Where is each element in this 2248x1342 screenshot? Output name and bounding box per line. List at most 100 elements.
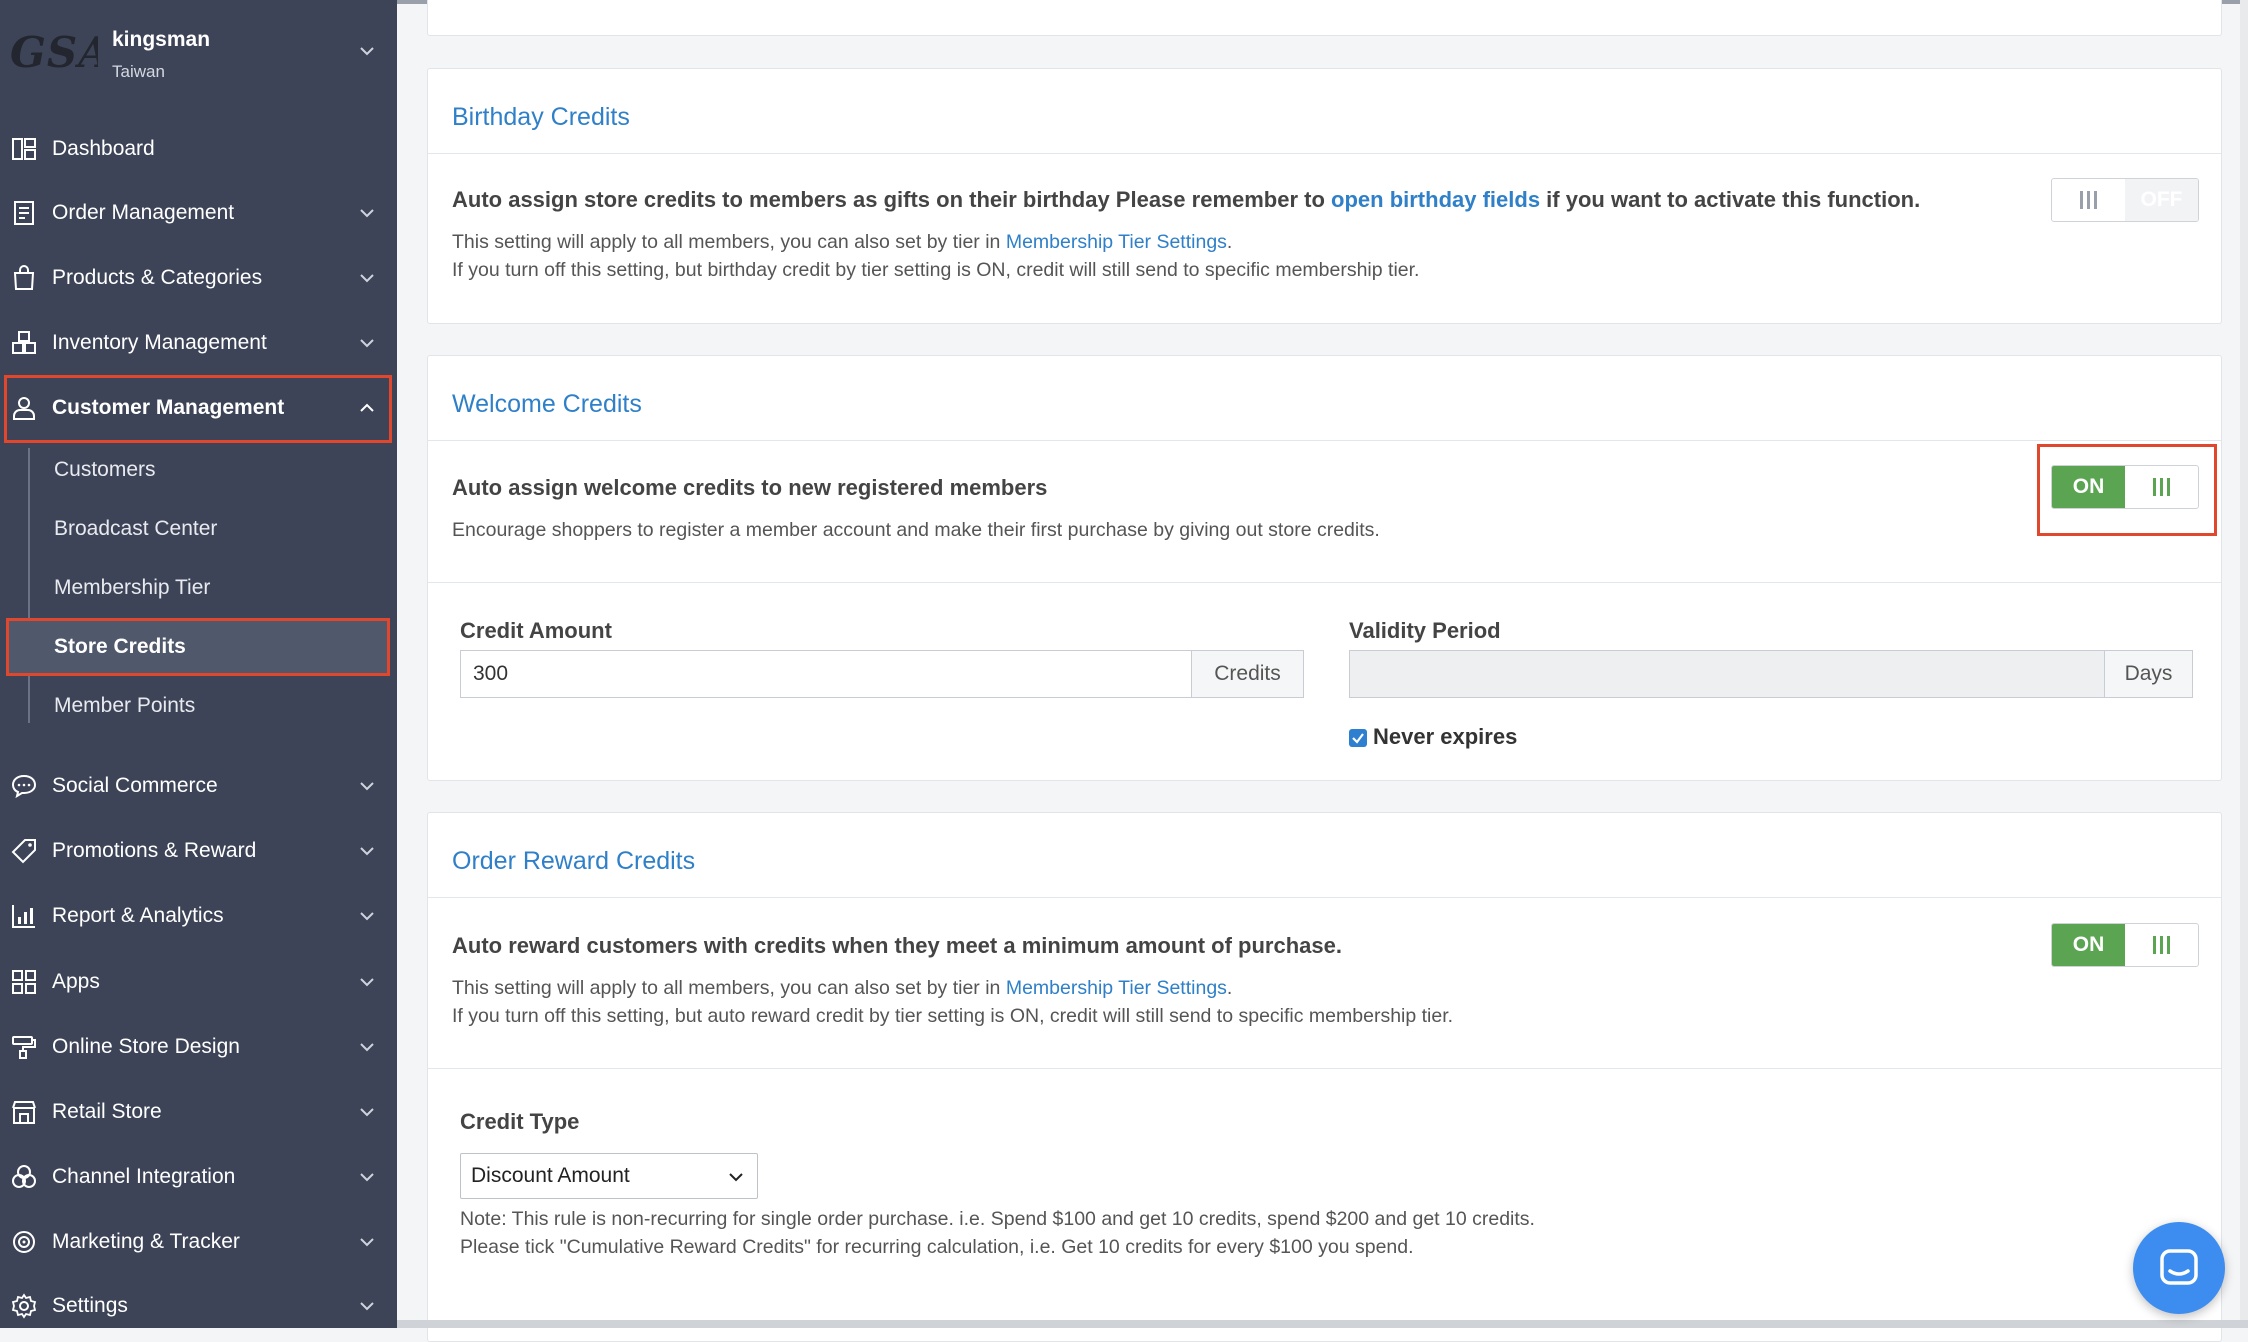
description-text: if you want to activate this function. xyxy=(1540,187,1921,212)
sidebar-item-online-store-design[interactable]: Online Store Design xyxy=(0,1016,397,1078)
check-icon xyxy=(1352,733,1364,744)
sidebar-item-label: Report & Analytics xyxy=(52,904,224,927)
open-birthday-fields-link[interactable]: open birthday fields xyxy=(1331,187,1540,212)
card-divider xyxy=(428,1068,2221,1069)
credit-unit-addon: Credits xyxy=(1192,650,1304,698)
sidebar-item-marketing-tracker[interactable]: Marketing & Tracker xyxy=(0,1211,397,1273)
validity-period-group: Days xyxy=(1349,650,2193,698)
credit-type-label: Credit Type xyxy=(460,1109,580,1134)
validity-period-input[interactable] xyxy=(1349,650,2105,698)
sidebar-item-label: Order Management xyxy=(52,201,235,224)
sidebar-item-dashboard[interactable]: Dashboard xyxy=(0,118,397,180)
birthday-credits-note-2: If you turn off this setting, but birthd… xyxy=(452,259,1420,281)
sidebar-item-apps[interactable]: Apps xyxy=(0,951,397,1013)
chat-icon xyxy=(2160,1249,2198,1285)
card-divider xyxy=(428,440,2221,441)
toggle-state-label: OFF xyxy=(2125,179,2198,221)
sidebar-subitem-store-credits[interactable]: Store Credits xyxy=(8,621,388,673)
sidebar-subitem-membership-tier[interactable]: Membership Tier xyxy=(8,562,388,614)
sidebar-item-inventory-management[interactable]: Inventory Management xyxy=(0,312,397,374)
sidebar-item-label: Apps xyxy=(52,970,100,993)
toggle-state-label: ON xyxy=(2052,924,2125,966)
chevron-down-icon xyxy=(358,777,376,795)
user-icon xyxy=(10,394,38,422)
chevron-down-icon xyxy=(358,334,376,352)
chevron-down-icon xyxy=(358,1168,376,1186)
sidebar-item-retail-store[interactable]: Retail Store xyxy=(0,1081,397,1143)
sidebar-item-label: Products & Categories xyxy=(52,266,263,289)
sidebar-item-channel-integration[interactable]: Channel Integration xyxy=(0,1146,397,1208)
channels-icon xyxy=(10,1163,38,1191)
welcome-credits-toggle[interactable]: ON xyxy=(2051,465,2199,509)
boxes-icon xyxy=(10,329,38,357)
credit-type-note-1: Note: This rule is non-recurring for sin… xyxy=(460,1208,1535,1230)
welcome-credits-description: Auto assign welcome credits to new regis… xyxy=(452,475,1048,500)
sidebar-item-products-categories[interactable]: Products & Categories xyxy=(0,247,397,309)
credit-amount-input[interactable]: 300 xyxy=(460,650,1192,698)
order-reward-description: Auto reward customers with credits when … xyxy=(452,933,1342,958)
sidebar-subitem-label: Membership Tier xyxy=(54,576,211,599)
sidebar: GSA kingsman Taiwan Dashboard Order Mana… xyxy=(0,0,397,1328)
birthday-credits-note-1: This setting will apply to all members, … xyxy=(452,231,1232,254)
birthday-credits-description: Auto assign store credits to members as … xyxy=(452,187,1920,213)
sidebar-item-label: Retail Store xyxy=(52,1100,162,1123)
order-reward-note-1: This setting will apply to all members, … xyxy=(452,977,1232,1000)
birthday-credits-title: Birthday Credits xyxy=(452,103,630,131)
sidebar-subitem-customers[interactable]: Customers xyxy=(8,444,388,496)
birthday-credits-toggle[interactable]: OFF xyxy=(2051,178,2199,222)
sidebar-item-report-analytics[interactable]: Report & Analytics xyxy=(0,885,397,947)
welcome-credits-card: Welcome Credits Auto assign welcome cred… xyxy=(427,355,2222,781)
membership-tier-settings-link[interactable]: Membership Tier Settings xyxy=(1006,977,1227,999)
membership-tier-settings-link[interactable]: Membership Tier Settings xyxy=(1006,231,1227,253)
card-divider xyxy=(428,153,2221,154)
store-region: Taiwan xyxy=(112,62,165,81)
sidebar-item-order-management[interactable]: Order Management xyxy=(0,182,397,244)
welcome-credits-note: Encourage shoppers to register a member … xyxy=(452,519,1380,541)
sidebar-item-label: Inventory Management xyxy=(52,331,267,354)
sidebar-item-promotions-reward[interactable]: Promotions & Reward xyxy=(0,820,397,882)
sidebar-subitem-broadcast-center[interactable]: Broadcast Center xyxy=(8,503,388,555)
dashboard-icon xyxy=(10,135,38,163)
chat-launcher-button[interactable] xyxy=(2133,1222,2225,1314)
chevron-down-icon xyxy=(358,842,376,860)
sidebar-item-settings[interactable]: Settings xyxy=(0,1275,397,1328)
validity-period-label: Validity Period xyxy=(1349,618,1501,643)
never-expires-checkbox[interactable] xyxy=(1349,729,1367,747)
sidebar-item-customer-management[interactable]: Customer Management xyxy=(0,377,397,439)
order-reward-credits-title: Order Reward Credits xyxy=(452,847,696,875)
validity-unit-addon: Days xyxy=(2105,650,2193,698)
credit-amount-label: Credit Amount xyxy=(460,618,612,643)
window-bottom-edge xyxy=(397,1320,2248,1328)
sidebar-item-label: Promotions & Reward xyxy=(52,839,257,862)
sidebar-subitem-member-points[interactable]: Member Points xyxy=(8,680,388,732)
chevron-down-icon xyxy=(358,1038,376,1056)
store-name: kingsman xyxy=(112,28,211,51)
chevron-down-icon xyxy=(358,1103,376,1121)
chevron-down-icon xyxy=(358,42,376,60)
apps-grid-icon xyxy=(10,968,38,996)
credit-amount-group: 300 Credits xyxy=(460,650,1304,698)
receipt-icon xyxy=(10,199,38,227)
paint-roller-icon xyxy=(10,1033,38,1061)
bar-chart-icon xyxy=(10,902,38,930)
credit-type-note-2: Please tick "Cumulative Reward Credits" … xyxy=(460,1236,1414,1258)
note-text: This setting will apply to all members, … xyxy=(452,231,1006,253)
sidebar-item-label: Social Commerce xyxy=(52,774,218,797)
store-logo: GSA xyxy=(10,28,98,77)
store-switcher[interactable]: GSA kingsman Taiwan xyxy=(0,0,397,110)
target-icon xyxy=(10,1228,38,1256)
chevron-down-icon xyxy=(358,973,376,991)
chat-bubble-icon xyxy=(10,772,38,800)
previous-card xyxy=(427,0,2222,36)
toggle-grip xyxy=(2125,924,2198,966)
sidebar-item-label: Customer Management xyxy=(52,396,285,419)
chevron-down-icon xyxy=(358,204,376,222)
chevron-up-icon xyxy=(358,399,376,417)
shopping-bag-icon xyxy=(10,264,38,292)
sidebar-item-social-commerce[interactable]: Social Commerce xyxy=(0,755,397,817)
note-text: . xyxy=(1226,231,1233,253)
credit-type-select[interactable]: Discount Amount xyxy=(460,1153,758,1199)
scrollbar-track[interactable] xyxy=(2240,0,2248,1328)
order-reward-toggle[interactable]: ON xyxy=(2051,923,2199,967)
chevron-down-icon xyxy=(358,1297,376,1315)
